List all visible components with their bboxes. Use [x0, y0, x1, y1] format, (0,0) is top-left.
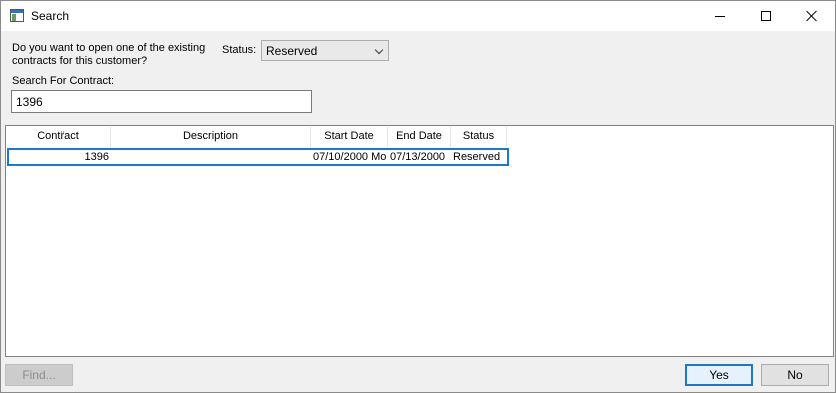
chevron-down-icon	[374, 45, 384, 55]
column-header-start-date[interactable]: Start Date	[311, 127, 388, 147]
maximize-icon	[761, 11, 771, 21]
close-button[interactable]	[789, 1, 835, 31]
cell-start-date: 07/10/2000 Mo	[313, 151, 387, 163]
maximize-button[interactable]	[743, 1, 789, 31]
table-row[interactable]: 1396 07/10/2000 Mo 07/13/2000 Reserved	[7, 148, 509, 166]
column-header-contract[interactable]: ∨ Contract	[6, 127, 111, 147]
minimize-button[interactable]	[697, 1, 743, 31]
status-selected-value: Reserved	[266, 44, 318, 58]
column-header-description[interactable]: Description	[111, 127, 311, 147]
cell-description	[111, 150, 311, 164]
cell-status: Reserved	[453, 151, 501, 163]
minimize-icon	[715, 15, 725, 17]
window-title: Search	[31, 9, 70, 23]
contracts-grid[interactable]: ∨ Contract Description Start Date End Da…	[5, 125, 834, 357]
title-bar: Search	[1, 1, 835, 31]
grid-header: ∨ Contract Description Start Date End Da…	[6, 127, 507, 147]
status-label: Status:	[222, 44, 257, 56]
app-window-icon	[10, 9, 24, 22]
yes-button[interactable]: Yes	[685, 364, 753, 386]
open-contract-prompt: Do you want to open one of the existing …	[12, 42, 206, 67]
close-icon	[806, 10, 818, 22]
search-contract-input[interactable]	[11, 90, 312, 113]
column-header-status[interactable]: Status	[451, 127, 507, 147]
search-contract-label: Search For Contract:	[12, 75, 115, 87]
cell-end-date: 07/13/2000	[390, 151, 446, 163]
sort-indicator-icon: ∨	[60, 130, 66, 137]
status-dropdown[interactable]: Reserved	[261, 40, 389, 61]
cell-contract: 1396	[84, 151, 109, 163]
find-button[interactable]: Find...	[5, 364, 73, 386]
column-header-end-date[interactable]: End Date	[388, 127, 451, 147]
no-button[interactable]: No	[761, 364, 829, 386]
search-dialog: Search Do you want to open one of the ex…	[0, 0, 836, 393]
